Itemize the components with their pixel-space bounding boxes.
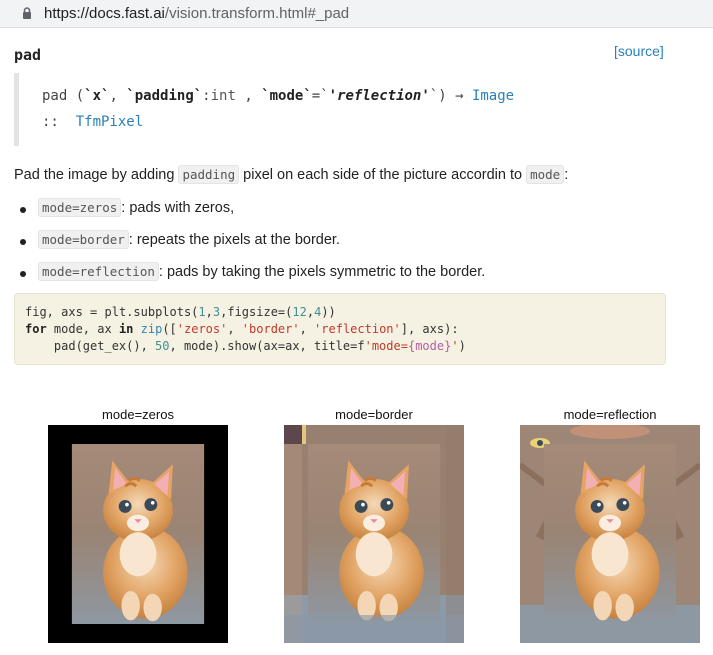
sig-tfm-type[interactable]: TfmPixel — [76, 114, 143, 130]
code-cell[interactable]: fig, axs = plt.subplots(1,3,figsize=(12,… — [14, 293, 666, 365]
desc-text-1: Pad the image by adding — [14, 167, 179, 183]
signature-line-1: pad (`x`, `padding`:int , `mode`=`'refle… — [42, 88, 514, 104]
sig-arg-padding: `padding` — [126, 88, 203, 104]
bullet-code: mode=zeros — [38, 198, 122, 217]
signature-line-2: :: TfmPixel — [42, 114, 143, 130]
sig-sep2: , — [235, 88, 262, 104]
sig-arg-mode: `mode` — [261, 88, 312, 104]
list-item: mode=zeros: pads with zeros, — [19, 198, 235, 217]
code-content: fig, axs = plt.subplots(1,3,figsize=(12,… — [25, 305, 466, 353]
sig-arrow: → — [446, 88, 472, 104]
list-item: mode=reflection: pads by taking the pixe… — [19, 262, 486, 281]
image-mode-zeros — [48, 425, 228, 643]
bullet-text: : repeats the pixels at the border. — [128, 232, 340, 248]
bullet-text: : pads with zeros, — [121, 200, 235, 216]
url-host: https://docs.fast.ai — [44, 5, 165, 22]
sig-arg-x: `x` — [84, 88, 110, 104]
desc-text-3: : — [564, 167, 569, 183]
url-text[interactable]: https://docs.fast.ai/vision.transform.ht… — [44, 5, 349, 22]
bullet-code: mode=border — [38, 230, 129, 249]
signature-border — [14, 73, 19, 146]
image-mode-reflection — [520, 425, 700, 643]
function-heading: pad — [14, 46, 42, 64]
list-item: mode=border: repeats the pixels at the b… — [20, 230, 340, 249]
panel-title-reflection: mode=reflection — [563, 407, 657, 422]
desc-text-2: pixel on each side of the picture accord… — [239, 167, 527, 183]
sig-type-int: int — [210, 88, 236, 104]
sig-default-mode: 'reflection' — [328, 88, 430, 104]
browser-url-bar[interactable]: https://docs.fast.ai/vision.transform.ht… — [0, 0, 713, 28]
panel-title-border: mode=border — [335, 407, 413, 422]
sig-open: ( — [67, 88, 85, 104]
bullet-code: mode=reflection — [38, 262, 159, 281]
source-link[interactable]: [source] — [614, 43, 664, 59]
bullet-text: : pads by taking the pixels symmetric to… — [158, 264, 486, 280]
desc-code-padding: padding — [178, 165, 240, 184]
lock-icon — [23, 7, 31, 19]
function-signature: pad (`x`, `padding`:int , `mode`=`'refle… — [14, 73, 668, 146]
sig-eq: =` — [311, 88, 329, 104]
desc-code-mode: mode — [526, 165, 565, 184]
panel-title-zeros: mode=zeros — [102, 407, 174, 422]
description-paragraph: Pad the image by adding padding pixel on… — [14, 165, 569, 184]
sig-close: `) — [429, 88, 447, 104]
sig-name: pad — [42, 88, 68, 104]
url-path: /vision.transform.html#_pad — [164, 5, 350, 22]
image-mode-border — [284, 425, 464, 643]
sig-colon: : — [202, 88, 211, 104]
sig-prefix: :: — [42, 114, 59, 130]
sig-return-type[interactable]: Image — [472, 88, 514, 104]
sig-sep: , — [109, 88, 127, 104]
